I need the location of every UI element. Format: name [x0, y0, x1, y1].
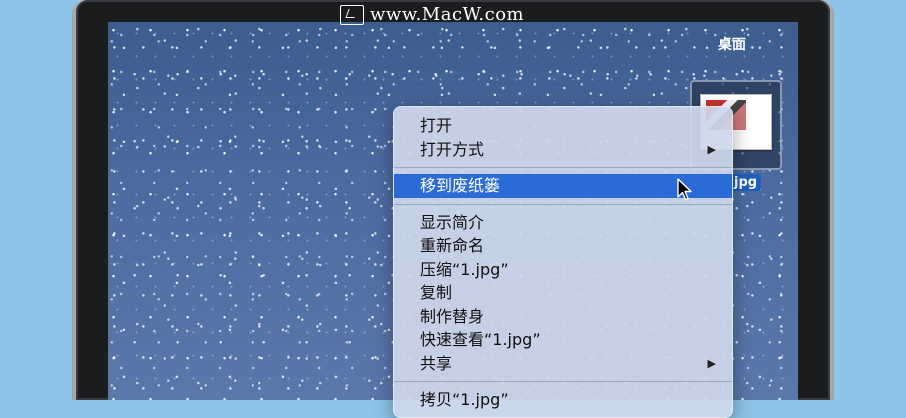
menu-divider — [394, 381, 732, 382]
watermark-text: www.MacW.com — [370, 4, 525, 25]
menu-item-label: 打开方式 — [420, 139, 485, 159]
desktop-label: 桌面 — [718, 37, 746, 53]
menu-item-share[interactable]: 共享 ▶ — [394, 352, 732, 376]
menu-item-label: 压缩“1.jpg” — [420, 259, 509, 279]
menu-item-label: 打开 — [420, 116, 453, 135]
menu-divider — [394, 167, 732, 168]
menu-item-label: 共享 — [420, 353, 453, 373]
menu-item-compress[interactable]: 压缩“1.jpg” — [394, 258, 732, 282]
watermark: www.MacW.com — [340, 4, 524, 25]
file-name-label[interactable]: jpg — [730, 174, 762, 191]
context-menu: 打开 打开方式 ▶ 移到废纸篓 显示简介 重新命名 压缩“1.jpg” 复制 制… — [393, 106, 733, 418]
menu-divider — [394, 203, 732, 205]
menu-item-open[interactable]: 打开 — [394, 114, 732, 138]
submenu-arrow-icon: ▶ — [707, 356, 716, 370]
menu-item-get-info[interactable]: 显示简介 — [394, 211, 732, 235]
menu-item-label: 制作替身 — [420, 306, 485, 326]
menu-item-label: 重新命名 — [420, 236, 485, 255]
menu-item-duplicate[interactable]: 复制 — [394, 281, 732, 305]
menu-item-label: 复制 — [420, 283, 453, 302]
macw-logo-icon — [340, 4, 364, 25]
submenu-arrow-icon: ▶ — [707, 142, 716, 156]
menu-item-open-with[interactable]: 打开方式 ▶ — [394, 138, 732, 162]
menu-item-make-alias[interactable]: 制作替身 — [394, 305, 732, 329]
menu-item-label: 显示简介 — [420, 212, 485, 232]
menu-item-quick-look[interactable]: 快速查看“1.jpg” — [394, 328, 732, 352]
menu-item-label: 快速查看“1.jpg” — [420, 330, 541, 349]
menu-item-label: 移到废纸篓 — [420, 176, 501, 195]
menu-item-rename[interactable]: 重新命名 — [394, 234, 732, 258]
